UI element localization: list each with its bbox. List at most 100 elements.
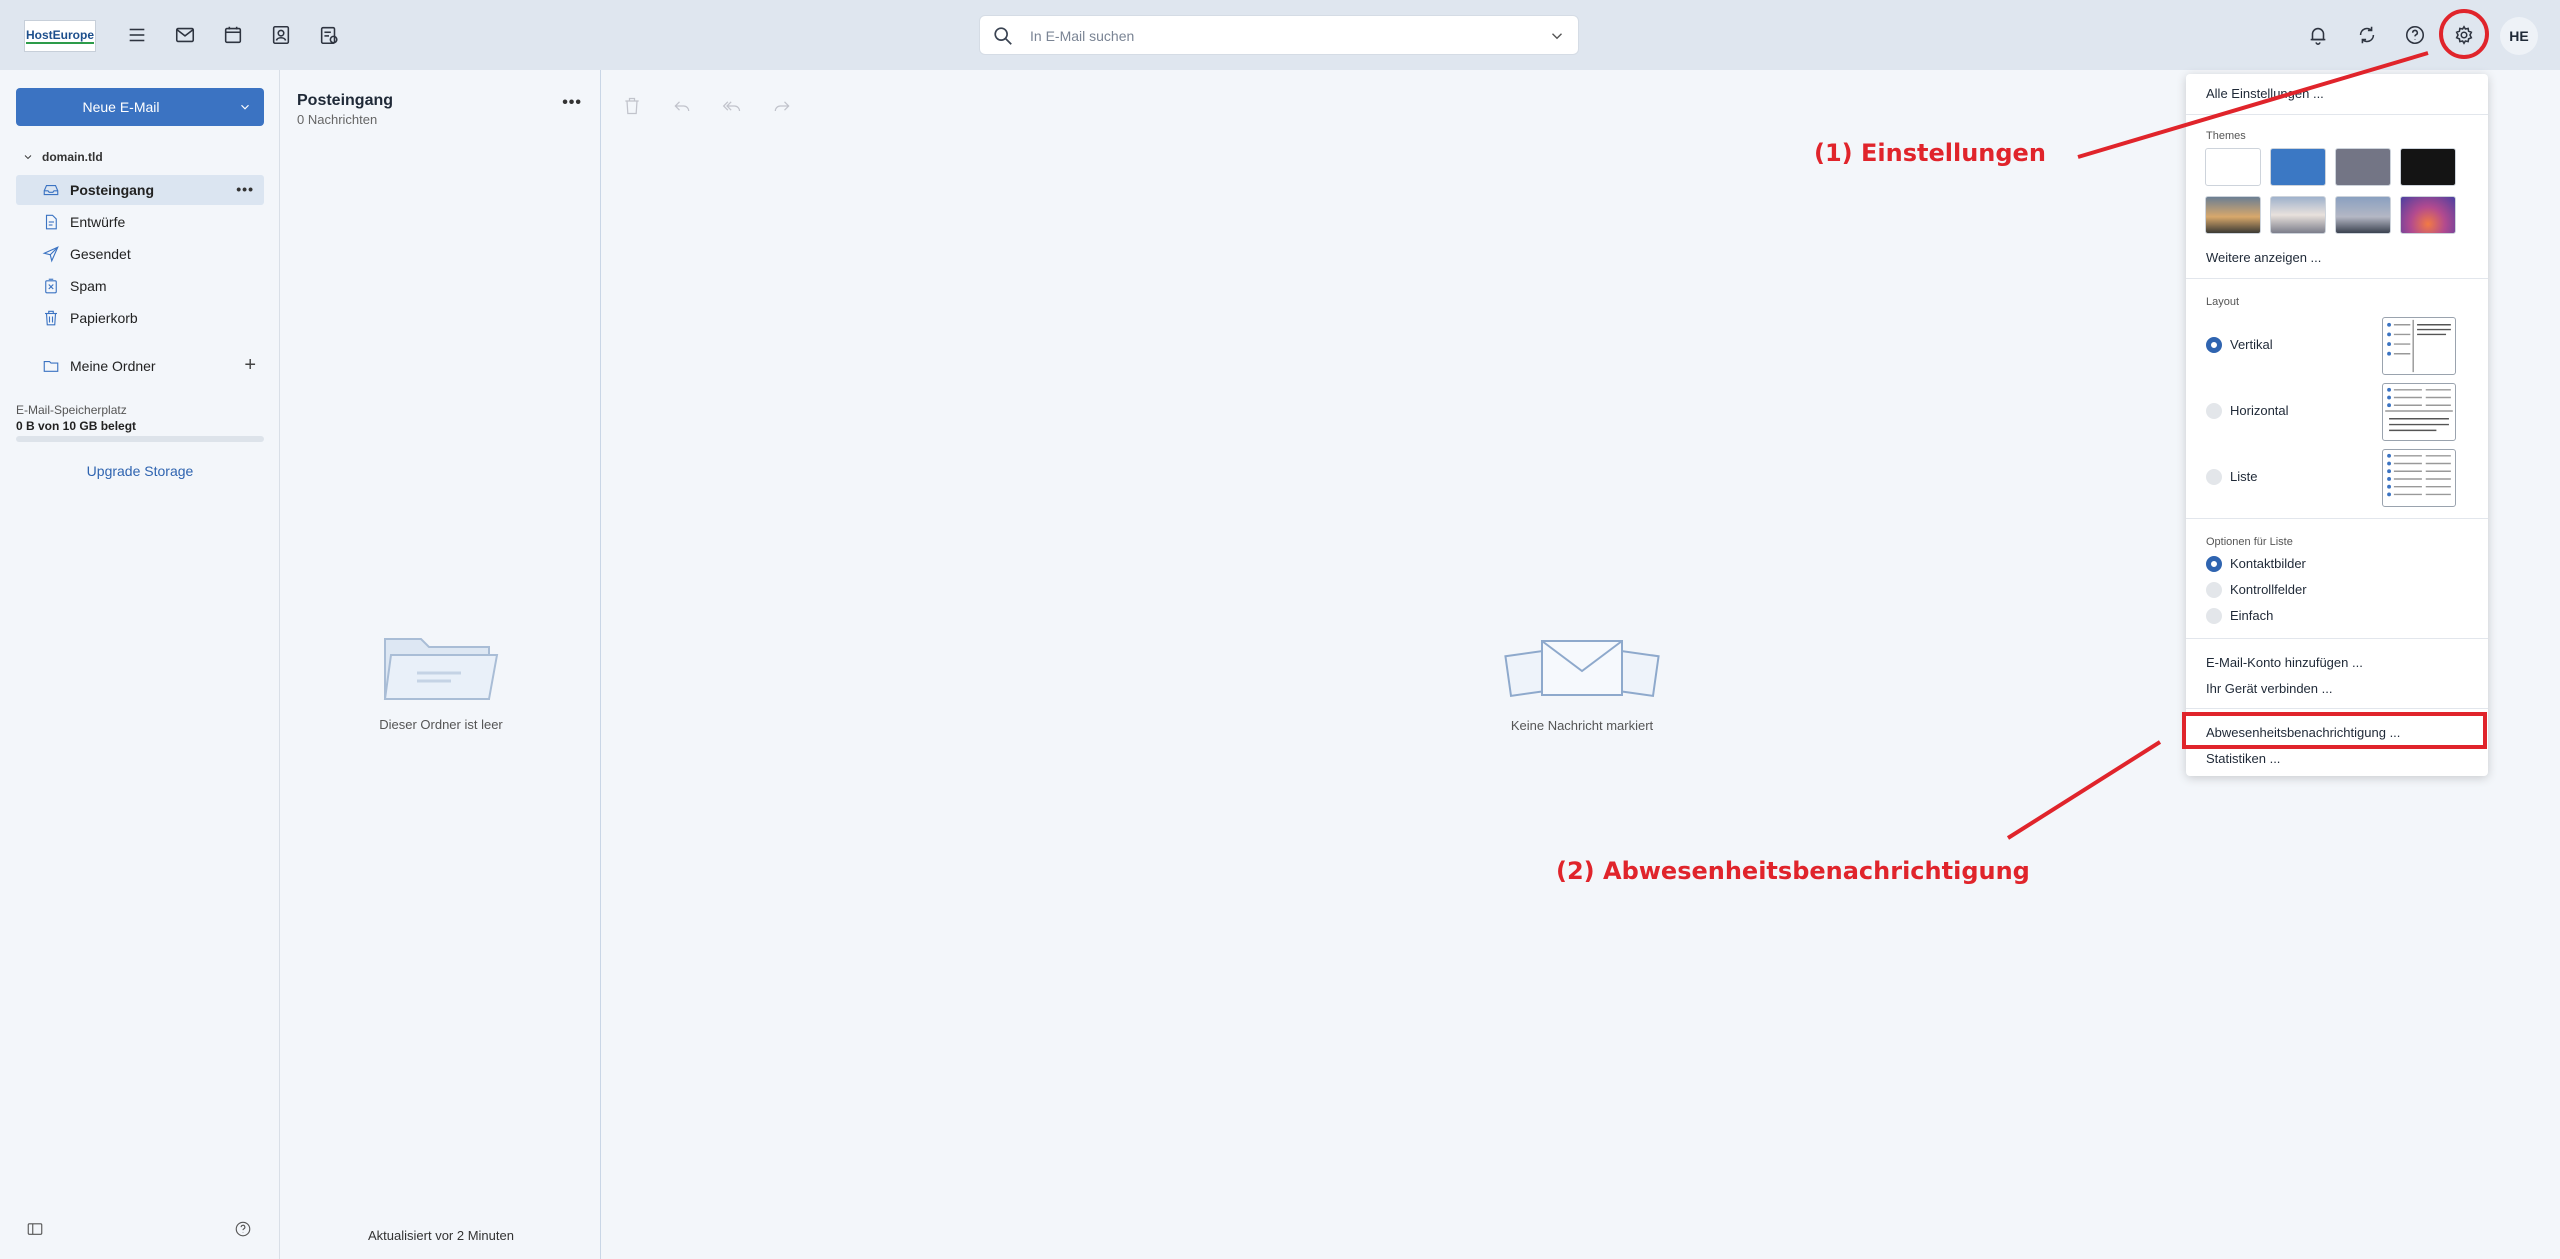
chevron-down-icon[interactable]: [226, 88, 264, 126]
list-radio-kontrollfelder[interactable]: [2206, 582, 2222, 598]
annotation-step2: (2) Abwesenheitsbenachrichtigung: [1556, 857, 2030, 885]
sidebar-item-posteingang[interactable]: Posteingang •••: [16, 175, 264, 205]
divider: [2186, 278, 2488, 279]
updated-status: Aktualisiert vor 2 Minuten: [368, 1228, 514, 1243]
annotation-gear-circle: [2439, 9, 2489, 59]
avatar[interactable]: HE: [2500, 17, 2538, 55]
layout-radio-vertikal[interactable]: [2206, 337, 2222, 353]
delete-icon[interactable]: [622, 96, 642, 116]
layout-label-vertikal: Vertikal: [2230, 337, 2273, 352]
list-radio-kontaktbilder[interactable]: [2206, 556, 2222, 572]
divider: [2186, 518, 2488, 519]
no-message-selected-text: Keine Nachricht markiert: [1510, 718, 1654, 733]
layout-label-liste: Liste: [2230, 469, 2258, 484]
tasks-icon[interactable]: [315, 21, 343, 49]
annotation-highlight-box: [2182, 712, 2487, 749]
sidebar-item-entwuerfe[interactable]: Entwürfe: [16, 207, 264, 237]
list-radio-einfach[interactable]: [2206, 608, 2222, 624]
theme-swatch-landscape[interactable]: [2205, 196, 2261, 234]
theme-swatch-city[interactable]: [2335, 196, 2391, 234]
sidebar-item-label: Meine Ordner: [70, 358, 156, 374]
message-count: 0 Nachrichten: [297, 112, 378, 127]
search-input[interactable]: [1030, 26, 1510, 46]
top-bar: HostEurope HE: [0, 0, 2560, 70]
empty-folder-text: Dieser Ordner ist leer: [379, 717, 503, 732]
help-icon[interactable]: [2401, 21, 2429, 49]
send-icon: [42, 245, 60, 263]
add-account-item[interactable]: E-Mail-Konto hinzufügen ...: [2206, 655, 2363, 670]
host-europe-logo[interactable]: HostEurope: [24, 20, 96, 52]
sidebar-item-label: Entwürfe: [70, 214, 126, 230]
layout-horizontal-preview-icon[interactable]: [2382, 383, 2456, 441]
calendar-icon[interactable]: [219, 21, 247, 49]
empty-folder-icon: [383, 638, 499, 700]
sidebar-item-label: Papierkorb: [70, 310, 138, 326]
layout-radio-liste[interactable]: [2206, 469, 2222, 485]
list-label-einfach: Einfach: [2230, 608, 2274, 623]
sidebar-item-meine-ordner[interactable]: Meine Ordner +: [16, 351, 264, 381]
list-label-kontaktbilder: Kontaktbilder: [2230, 556, 2306, 571]
sidebar-item-label: Gesendet: [70, 246, 131, 262]
more-themes-link[interactable]: Weitere anzeigen ...: [2206, 250, 2321, 265]
sidebar-item-label: Spam: [70, 278, 107, 294]
themes-label: Themes: [2206, 130, 2246, 142]
envelopes-icon: [1504, 640, 1660, 697]
new-mail-button[interactable]: Neue E-Mail: [16, 88, 264, 126]
storage-label: E-Mail-Speicherplatz: [16, 403, 127, 417]
layout-label: Layout: [2206, 296, 2240, 308]
theme-swatch-black[interactable]: [2400, 148, 2456, 186]
divider: [2186, 638, 2488, 639]
layout-radio-horizontal[interactable]: [2206, 403, 2222, 419]
menu-icon[interactable]: [123, 21, 151, 49]
chevron-down-icon[interactable]: [1548, 27, 1566, 45]
divider: [2186, 114, 2488, 115]
annotation-step1: (1) Einstellungen: [1814, 139, 2046, 167]
folder-title: Posteingang: [297, 92, 394, 109]
sync-icon[interactable]: [2353, 21, 2381, 49]
mail-icon[interactable]: [171, 21, 199, 49]
connect-device-item[interactable]: Ihr Gerät verbinden ...: [2206, 681, 2332, 696]
settings-menu: Alle Einstellungen ... Themes Weitere an…: [2186, 74, 2488, 776]
search-icon: [992, 25, 1014, 47]
layout-vertical-preview-icon[interactable]: [2382, 317, 2456, 375]
panel-toggle-icon[interactable]: [26, 1220, 44, 1238]
theme-swatch-white[interactable]: [2205, 148, 2261, 186]
sidebar-item-gesendet[interactable]: Gesendet: [16, 239, 264, 269]
more-icon[interactable]: •••: [236, 181, 254, 197]
contacts-icon[interactable]: [267, 21, 295, 49]
list-options-label: Optionen für Liste: [2206, 536, 2293, 548]
storage-used: 0 B von 10 GB belegt: [16, 419, 137, 433]
new-mail-label: Neue E-Mail: [82, 99, 160, 115]
account-toggle[interactable]: domain.tld: [22, 150, 103, 164]
storage-progress-bar: [16, 436, 264, 442]
more-options-icon[interactable]: •••: [562, 94, 582, 112]
theme-swatch-blue[interactable]: [2270, 148, 2326, 186]
folder-icon: [42, 357, 60, 375]
account-label: domain.tld: [42, 150, 103, 164]
inbox-icon: [42, 181, 60, 199]
help-icon[interactable]: [234, 1220, 252, 1238]
spam-icon: [42, 277, 60, 295]
theme-swatch-sky[interactable]: [2270, 196, 2326, 234]
statistics-item[interactable]: Statistiken ...: [2206, 751, 2280, 766]
all-settings-item[interactable]: Alle Einstellungen ...: [2206, 86, 2324, 101]
layout-label-horizontal: Horizontal: [2230, 403, 2289, 418]
sidebar-item-label: Posteingang: [70, 182, 155, 198]
theme-swatch-sunset[interactable]: [2400, 196, 2456, 234]
reply-all-icon[interactable]: [722, 96, 742, 116]
sidebar-item-papierkorb[interactable]: Papierkorb: [16, 303, 264, 333]
layout-list-preview-icon[interactable]: [2382, 449, 2456, 507]
sidebar-item-spam[interactable]: Spam: [16, 271, 264, 301]
upgrade-storage-link[interactable]: Upgrade Storage: [16, 463, 264, 479]
draft-icon: [42, 213, 60, 231]
chevron-down-icon: [24, 155, 32, 160]
reply-icon[interactable]: [672, 96, 692, 116]
bell-icon[interactable]: [2304, 21, 2332, 49]
theme-swatch-gray[interactable]: [2335, 148, 2391, 186]
search-bar[interactable]: [979, 15, 1579, 55]
add-folder-button[interactable]: +: [244, 354, 256, 377]
divider: [2186, 708, 2488, 709]
trash-icon: [42, 309, 60, 327]
forward-icon[interactable]: [772, 96, 792, 116]
message-list: Posteingang 0 Nachrichten ••• Dieser Ord…: [281, 70, 601, 1259]
